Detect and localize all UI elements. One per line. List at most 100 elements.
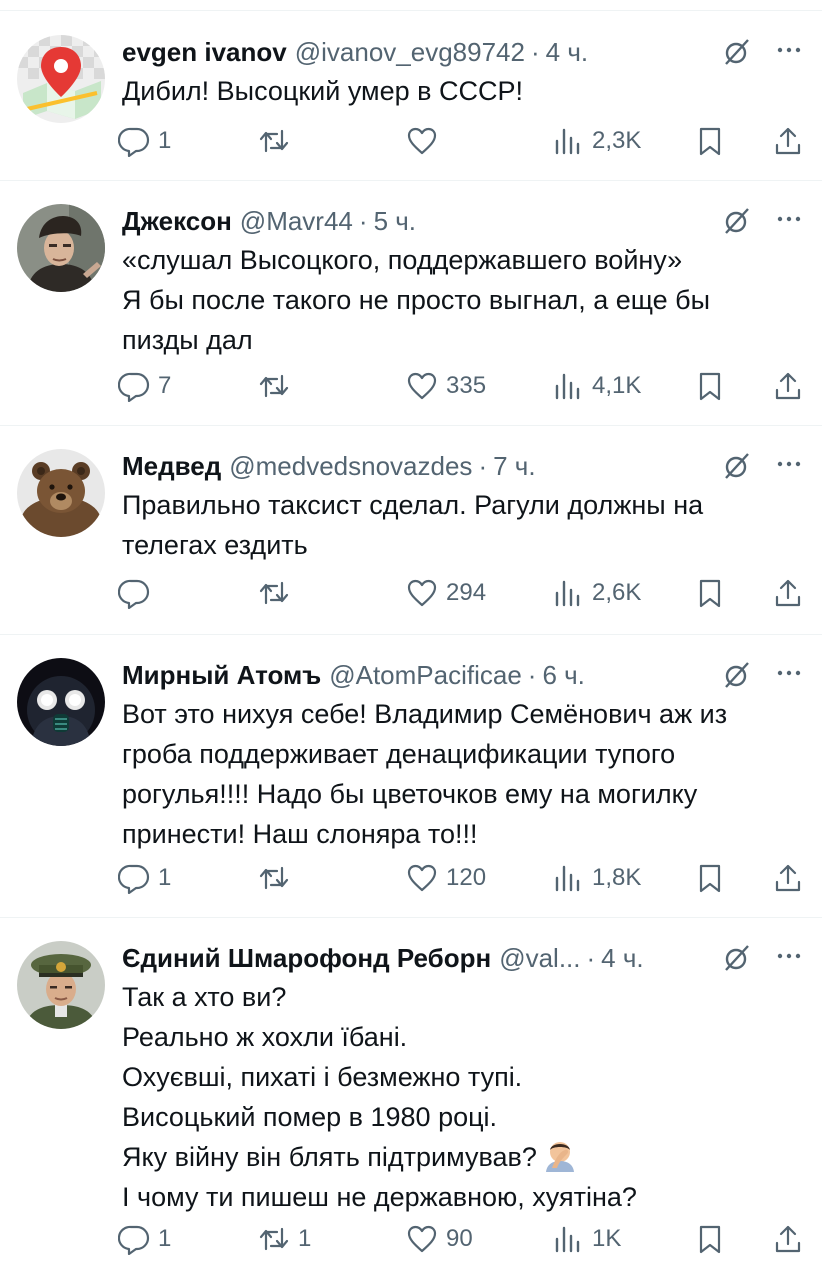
tweet-text-line: пизды дал: [122, 325, 253, 355]
man-cap-avatar: [17, 204, 105, 292]
timestamp[interactable]: 4 ч.: [601, 943, 643, 974]
reply-icon: [118, 372, 150, 402]
share-icon: [775, 127, 801, 155]
author-handle[interactable]: @Mavr44: [240, 206, 353, 237]
more-icon[interactable]: [774, 941, 804, 971]
grok-icon[interactable]: [722, 451, 752, 481]
author-name[interactable]: evgen ivanov: [122, 37, 287, 68]
bookmark-button[interactable]: [694, 1219, 726, 1259]
action-bar: 1 1 90 1K: [118, 1219, 804, 1259]
like-button[interactable]: 90: [406, 1219, 473, 1259]
reply-button[interactable]: 1: [118, 858, 171, 898]
author-handle[interactable]: @val...: [499, 943, 580, 974]
share-button[interactable]: [772, 1219, 804, 1259]
like-button[interactable]: 294: [406, 573, 486, 613]
share-button[interactable]: [772, 121, 804, 161]
views-icon: [555, 865, 580, 892]
share-button[interactable]: [772, 858, 804, 898]
tweet[interactable]: Джексон @Mavr44 · 5 ч. «слушал Высоцкого…: [0, 182, 822, 426]
avatar[interactable]: [17, 658, 105, 746]
tweet[interactable]: evgen ivanov @ivanov_evg89742 · 4 ч. Диб…: [0, 11, 822, 181]
avatar[interactable]: [17, 941, 105, 1029]
gasmask-avatar: [17, 658, 105, 746]
views-button[interactable]: 2,3K: [552, 121, 641, 161]
timestamp[interactable]: 4 ч.: [546, 37, 588, 68]
action-bar: 294 2,6K: [118, 573, 804, 613]
author-handle[interactable]: @AtomPacificae: [329, 660, 522, 691]
like-button[interactable]: [406, 121, 446, 161]
reply-icon: [118, 864, 150, 894]
more-icon[interactable]: [774, 449, 804, 479]
more-icon[interactable]: [774, 35, 804, 65]
retweet-button[interactable]: [258, 858, 298, 898]
views-count: 2,3K: [592, 127, 642, 154]
separator: ·: [586, 942, 596, 973]
author-name[interactable]: Мирный Атомъ: [122, 660, 321, 691]
map-pin-avatar: [17, 35, 105, 123]
author-handle[interactable]: @medvedsnovazdes: [229, 451, 472, 482]
views-button[interactable]: 1K: [552, 1219, 621, 1259]
retweet-count: 1: [298, 1225, 312, 1252]
views-button[interactable]: 2,6K: [552, 573, 641, 613]
views-icon: [555, 128, 580, 155]
bookmark-button[interactable]: [694, 573, 726, 613]
separator: ·: [358, 205, 368, 236]
avatar[interactable]: [17, 449, 105, 537]
tweet-text-line: Так а хто ви?: [122, 982, 287, 1012]
retweet-button[interactable]: [258, 121, 298, 161]
retweet-button[interactable]: [258, 366, 298, 406]
tweet[interactable]: Єдиний Шмарофонд Реборн @val... · 4 ч. Т…: [0, 919, 822, 1280]
share-button[interactable]: [772, 573, 804, 613]
tweet-text-line: телегах ездить: [122, 530, 308, 560]
tweet-text-line: «слушал Высоцкого, поддержавшего войну»: [122, 245, 683, 275]
views-count: 4,1K: [592, 372, 642, 399]
heart-icon: [407, 372, 437, 400]
tweet-text-line: Вот это нихуя себе! Владимир Семёнович а…: [122, 699, 728, 729]
timestamp[interactable]: 7 ч.: [493, 451, 535, 482]
reply-button[interactable]: 1: [118, 1219, 171, 1259]
officer-avatar: [17, 941, 105, 1029]
reply-button[interactable]: 7: [118, 366, 171, 406]
timestamp[interactable]: 5 ч.: [374, 206, 416, 237]
tweet-text-line: Висоцький помер в 1980 році.: [122, 1102, 498, 1132]
tweet[interactable]: Медвед @medvedsnovazdes · 7 ч. Правильно…: [0, 427, 822, 635]
grok-icon[interactable]: [722, 660, 752, 690]
like-button[interactable]: 335: [406, 366, 486, 406]
author-name[interactable]: Медвед: [122, 451, 221, 482]
views-button[interactable]: 1,8K: [552, 858, 641, 898]
tweet-text-line: Я бы после такого не просто выгнал, а ещ…: [122, 285, 711, 315]
share-button[interactable]: [772, 366, 804, 406]
retweet-button[interactable]: [258, 573, 298, 613]
like-count: 294: [446, 579, 487, 606]
grok-icon[interactable]: [722, 37, 752, 67]
views-button[interactable]: 4,1K: [552, 366, 641, 406]
action-bar: 1 2,3K: [118, 121, 804, 161]
avatar[interactable]: [17, 204, 105, 292]
bookmark-button[interactable]: [694, 121, 726, 161]
grok-icon[interactable]: [722, 943, 752, 973]
author-handle[interactable]: @ivanov_evg89742: [295, 37, 525, 68]
retweet-icon: [259, 581, 289, 605]
bookmark-button[interactable]: [694, 858, 726, 898]
grok-icon[interactable]: [722, 206, 752, 236]
more-icon[interactable]: [774, 658, 804, 688]
timestamp[interactable]: 6 ч.: [542, 660, 584, 691]
reply-button[interactable]: 1: [118, 121, 171, 161]
share-icon: [775, 864, 801, 892]
like-count: 90: [446, 1225, 473, 1252]
like-button[interactable]: 120: [406, 858, 486, 898]
share-icon: [775, 372, 801, 400]
reply-button[interactable]: [118, 573, 158, 613]
tweet-text: Правильно таксист сделал. Рагули должны …: [122, 485, 792, 565]
avatar[interactable]: [17, 35, 105, 123]
bookmark-icon: [699, 1225, 721, 1254]
bookmark-button[interactable]: [694, 366, 726, 406]
tweet[interactable]: Мирный Атомъ @AtomPacificae · 6 ч. Вот э…: [0, 636, 822, 918]
facepalm-emoji: [545, 1142, 574, 1172]
retweet-icon: [259, 374, 289, 398]
more-icon[interactable]: [774, 204, 804, 234]
bookmark-icon: [699, 127, 721, 156]
author-name[interactable]: Єдиний Шмарофонд Реборн: [122, 943, 491, 974]
retweet-button[interactable]: 1: [258, 1219, 311, 1259]
author-name[interactable]: Джексон: [122, 206, 232, 237]
